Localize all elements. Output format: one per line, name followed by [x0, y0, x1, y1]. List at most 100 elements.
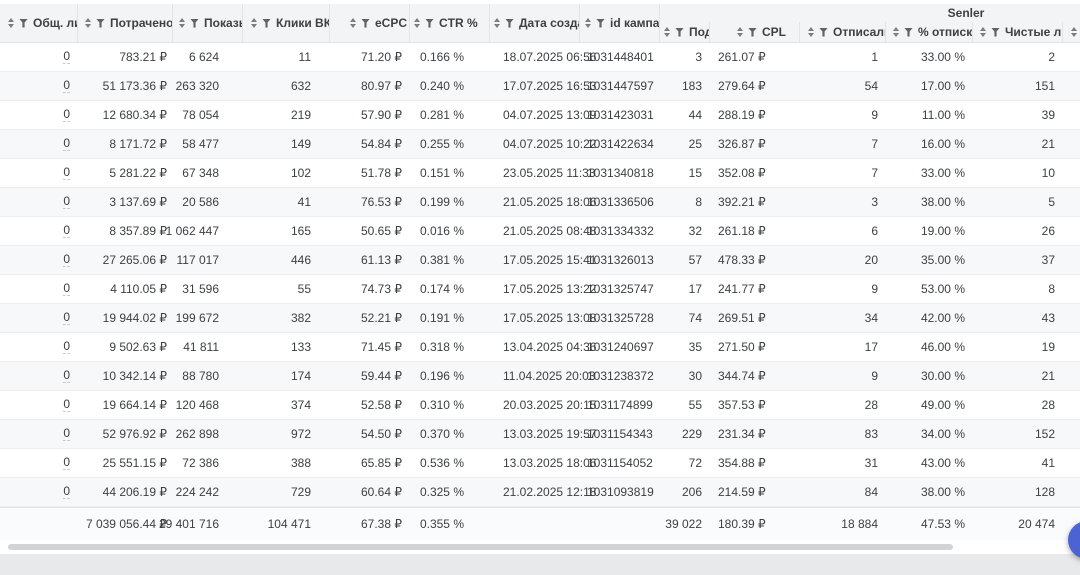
filter-icon[interactable]: [96, 19, 105, 28]
limit-value[interactable]: 0: [63, 166, 70, 180]
column-header-ctr[interactable]: CTR %: [410, 4, 490, 42]
limit-value[interactable]: 0: [63, 282, 70, 296]
limit-value[interactable]: 0: [63, 195, 70, 209]
table-row[interactable]: 010 342.14 ₽88 78017459.44 ₽0.196 %11.04…: [0, 362, 1080, 391]
filter-icon[interactable]: [262, 19, 271, 28]
table-row[interactable]: 019 664.14 ₽120 46837452.58 ₽0.310 %20.0…: [0, 391, 1080, 420]
column-header-id_kampanii[interactable]: id кампании: [580, 4, 660, 42]
limit-value[interactable]: 0: [63, 224, 70, 238]
cell-cpl: 344.74 ₽: [710, 362, 800, 390]
filter-icon[interactable]: [361, 19, 370, 28]
filter-icon[interactable]: [991, 28, 1000, 37]
column-header-kliki_vk[interactable]: Клики ВК: [243, 4, 330, 42]
column-header-data_sozdaniya[interactable]: Дата создания: [490, 4, 580, 42]
filter-icon[interactable]: [819, 28, 828, 37]
limit-value[interactable]: 0: [63, 79, 70, 93]
cell-kliki_vk: 374: [243, 391, 330, 419]
column-label: Дата создания: [519, 16, 579, 30]
table-row[interactable]: 04 110.05 ₽31 5965574.73 ₽0.174 %17.05.2…: [0, 275, 1080, 304]
column-header-ecpc[interactable]: eCPC: [330, 4, 410, 42]
limit-value[interactable]: 0: [63, 340, 70, 354]
filter-icon[interactable]: [19, 19, 28, 28]
cell-pct_otpiski: 30.00 %: [886, 362, 973, 390]
table-row[interactable]: 03 137.69 ₽20 5864176.53 ₽0.199 %21.05.2…: [0, 188, 1080, 217]
sort-icon[interactable]: [808, 27, 814, 37]
column-header-pct_otpiski[interactable]: % отписки: [886, 22, 973, 42]
cell-data_sozdaniya: 23.05.2025 11:33: [490, 159, 580, 187]
limit-value[interactable]: 0: [63, 137, 70, 151]
limit-value[interactable]: 0: [63, 50, 70, 64]
table-row[interactable]: 012 680.34 ₽78 05421957.90 ₽0.281 %04.07…: [0, 101, 1080, 130]
table-row[interactable]: 08 357.89 ₽1 062 44716550.65 ₽0.016 %21.…: [0, 217, 1080, 246]
filter-icon[interactable]: [505, 19, 514, 28]
table-row[interactable]: 09 502.63 ₽41 81113371.45 ₽0.318 %13.04.…: [0, 333, 1080, 362]
cell-obsh_lim: 0: [0, 43, 78, 71]
cell-data_sozdaniya: 17.05.2025 13:22: [490, 275, 580, 303]
limit-value[interactable]: 0: [63, 369, 70, 383]
sort-icon[interactable]: [737, 27, 743, 37]
sort-icon[interactable]: [414, 18, 420, 28]
limit-value[interactable]: 0: [63, 311, 70, 325]
sort-icon[interactable]: [980, 27, 986, 37]
cell-potracheno: 8 171.72 ₽: [78, 130, 173, 158]
cell-chistye_lidy: 151: [973, 72, 1063, 100]
table-row[interactable]: 019 944.02 ₽199 67238252.21 ₽0.191 %17.0…: [0, 304, 1080, 333]
limit-value[interactable]: 0: [63, 108, 70, 122]
cell-potracheno: 783.21 ₽: [78, 43, 173, 71]
cell-next_hidden: [1063, 159, 1080, 187]
column-header-cpl[interactable]: CPL: [710, 22, 800, 42]
table-row[interactable]: 044 206.19 ₽224 24272960.64 ₽0.325 %21.0…: [0, 478, 1080, 507]
table-row[interactable]: 027 265.06 ₽117 01744661.13 ₽0.381 %17.0…: [0, 246, 1080, 275]
table-row[interactable]: 025 551.15 ₽72 38638865.85 ₽0.536 %13.03…: [0, 449, 1080, 478]
filter-icon[interactable]: [904, 28, 913, 37]
sort-icon[interactable]: [251, 18, 257, 28]
sort-icon[interactable]: [8, 18, 14, 28]
cell-cpl: 357.53 ₽: [710, 391, 800, 419]
sort-icon[interactable]: [1071, 27, 1077, 37]
cell-next_hidden: [1063, 188, 1080, 216]
sort-icon[interactable]: [85, 18, 91, 28]
table-row[interactable]: 0783.21 ₽6 6241171.20 ₽0.166 %18.07.2025…: [0, 43, 1080, 72]
sort-icon[interactable]: [494, 18, 500, 28]
filter-icon[interactable]: [675, 28, 684, 37]
cell-data_sozdaniya: 17.05.2025 13:08: [490, 304, 580, 332]
column-label: Клики ВК: [276, 16, 329, 30]
column-header-pokazy[interactable]: Показы: [173, 4, 243, 42]
cell-chistye_lidy: 8: [973, 275, 1063, 303]
horizontal-scrollbar[interactable]: [0, 540, 1080, 554]
column-header-otpisalis[interactable]: Отписались: [800, 22, 886, 42]
filter-icon[interactable]: [596, 19, 605, 28]
cell-data_sozdaniya: 21.02.2025 12:18: [490, 478, 580, 506]
table-row[interactable]: 08 171.72 ₽58 47714954.84 ₽0.255 %04.07.…: [0, 130, 1080, 159]
sort-icon[interactable]: [664, 27, 670, 37]
limit-value[interactable]: 0: [63, 427, 70, 441]
sort-icon[interactable]: [179, 18, 185, 28]
cell-next_hidden: [1063, 478, 1080, 506]
scrollbar-thumb[interactable]: [8, 544, 953, 550]
cell-ctr: 0.016 %: [410, 217, 490, 245]
limit-value[interactable]: 0: [63, 398, 70, 412]
column-header-chistye_lidy[interactable]: Чистые лиды: [973, 22, 1063, 42]
cell-pct_otpiski: 46.00 %: [886, 333, 973, 361]
sort-icon[interactable]: [893, 27, 899, 37]
column-header-obsh_lim[interactable]: Общ. лим: [0, 4, 78, 42]
cell-data_sozdaniya: 21.05.2025 18:06: [490, 188, 580, 216]
filter-icon[interactable]: [748, 28, 757, 37]
table-row[interactable]: 051 173.36 ₽263 32063280.97 ₽0.240 %17.0…: [0, 72, 1080, 101]
limit-value[interactable]: 0: [63, 485, 70, 499]
filter-icon[interactable]: [425, 19, 434, 28]
column-header-podpiski[interactable]: Подпи: [660, 22, 710, 42]
sort-icon[interactable]: [350, 18, 356, 28]
table-row[interactable]: 05 281.22 ₽67 34810251.78 ₽0.151 %23.05.…: [0, 159, 1080, 188]
column-header-next_hidden[interactable]: [1063, 22, 1080, 42]
cell-next_hidden: [1063, 449, 1080, 477]
sort-icon[interactable]: [585, 18, 591, 28]
column-label: % отписки: [918, 25, 972, 39]
cell-id_kampanii: 1031325747: [580, 275, 660, 303]
limit-value[interactable]: 0: [63, 456, 70, 470]
filter-icon[interactable]: [190, 19, 199, 28]
table-row[interactable]: 052 976.92 ₽262 89897254.50 ₽0.370 %13.0…: [0, 420, 1080, 449]
cell-obsh_lim: 0: [0, 420, 78, 448]
limit-value[interactable]: 0: [63, 253, 70, 267]
column-header-potracheno[interactable]: Потрачено: [78, 4, 173, 42]
